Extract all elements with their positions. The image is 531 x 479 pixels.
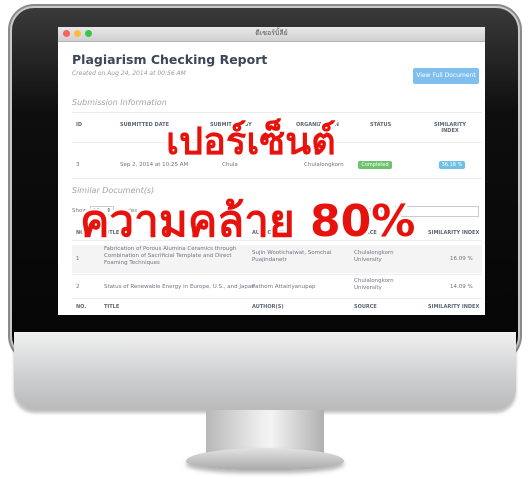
footer-col-source: SOURCE bbox=[354, 304, 377, 310]
divider bbox=[72, 298, 482, 299]
view-full-document-button[interactable]: View Full Document bbox=[413, 68, 479, 84]
row-title: Status of Renewable Energy in Europe, U.… bbox=[104, 284, 255, 290]
col-header-status: STATUS bbox=[370, 122, 392, 128]
footer-col-no: NO. bbox=[76, 304, 87, 310]
footer-col-authors: AUTHOR(S) bbox=[252, 304, 284, 310]
row-no: 2 bbox=[76, 284, 80, 290]
row-similarity: 16.09 % bbox=[450, 256, 473, 262]
window-titlebar: ดีเซอร์บิ้ลีย์ bbox=[58, 27, 485, 42]
row-authors: Pathorn Attairiyanupap bbox=[252, 284, 316, 290]
footer-col-title: TITLE bbox=[104, 304, 120, 310]
report-content: Plagiarism Checking Report Created on Au… bbox=[58, 42, 485, 315]
created-timestamp: Created on Aug 24, 2014 at 00:56 AM bbox=[72, 70, 186, 77]
overlay-text-percent: เปอร์เซ็นต์ bbox=[166, 119, 336, 163]
monitor-base bbox=[186, 448, 344, 470]
divider bbox=[72, 274, 482, 275]
col-header-similarity-index: SIMILARITY INDEX bbox=[433, 122, 467, 134]
status-badge: Completed bbox=[358, 161, 392, 169]
footer-col-similarity: SIMILARITY INDEX bbox=[428, 304, 480, 310]
page-title: Plagiarism Checking Report bbox=[72, 52, 268, 67]
submission-section-title: Submission Information bbox=[72, 98, 167, 107]
row-similarity: 14.09 % bbox=[450, 284, 473, 290]
overlay-text-similarity: ความคล้าย 80% bbox=[80, 196, 416, 247]
row-source: Chulalongkorn University bbox=[354, 278, 394, 291]
row-no: 1 bbox=[76, 256, 80, 262]
submission-id: 3 bbox=[76, 162, 80, 168]
monitor-chin bbox=[14, 332, 516, 410]
screen: ดีเซอร์บิ้ลีย์ Plagiarism Checking Repor… bbox=[58, 27, 485, 315]
col-header-similarity[interactable]: SIMILARITY INDEX bbox=[428, 230, 479, 236]
window-title: ดีเซอร์บิ้ลีย์ bbox=[255, 29, 288, 37]
divider bbox=[72, 178, 482, 179]
col-header-submitted-date: SUBMITTED DATE bbox=[120, 122, 170, 128]
col-header-id: ID bbox=[76, 122, 83, 128]
similarity-badge: 36.18 % bbox=[439, 161, 465, 169]
